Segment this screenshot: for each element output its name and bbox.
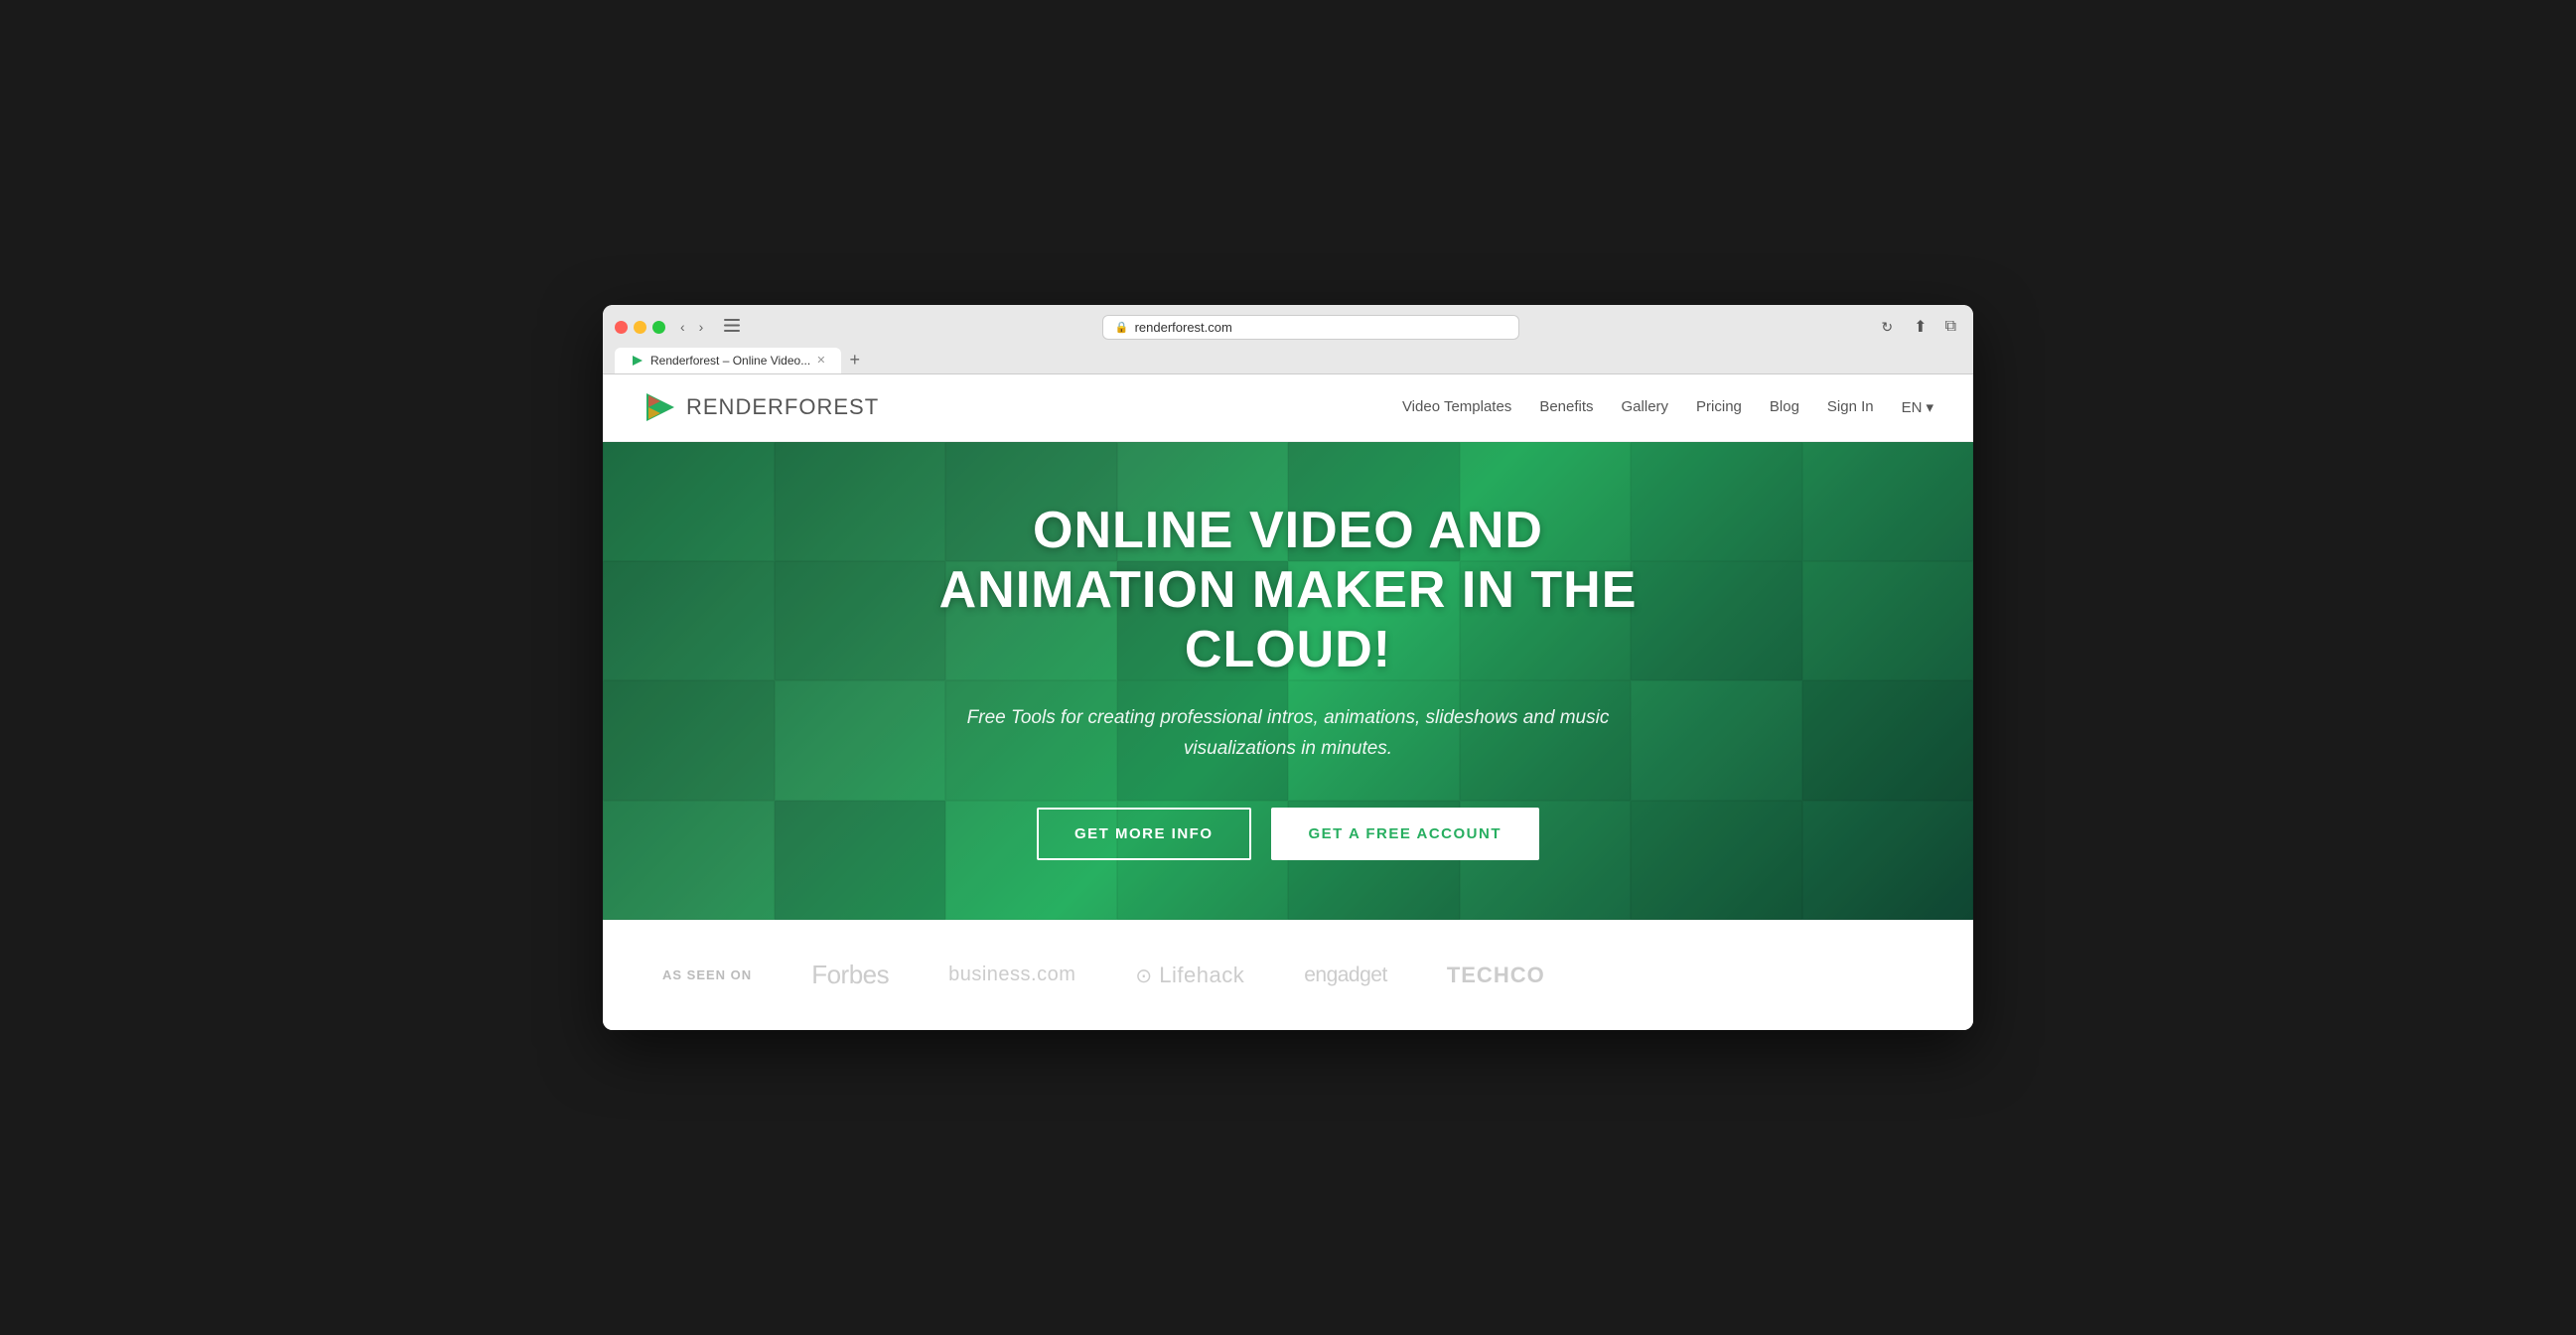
nav-blog[interactable]: Blog xyxy=(1770,398,1799,415)
browser-window: ‹ › 🔒 renderforest.com ↻ ⬆ xyxy=(603,305,1973,1030)
new-tab-button[interactable]: + xyxy=(841,348,868,372)
hero-title: ONLINE VIDEO AND ANIMATION MAKER IN THE … xyxy=(881,502,1695,679)
nav-gallery[interactable]: Gallery xyxy=(1622,398,1669,415)
website-content: RENDERFOREST Video Templates Benefits Ga… xyxy=(603,374,1973,1030)
browser-nav-buttons: ‹ › xyxy=(675,317,708,337)
back-button[interactable]: ‹ xyxy=(675,317,690,337)
lock-icon: 🔒 xyxy=(1115,321,1129,334)
hero-subtitle: Free Tools for creating professional int… xyxy=(916,703,1660,764)
get-more-info-button[interactable]: GET MORE INFO xyxy=(1037,808,1251,860)
techco-logo: TECHCO xyxy=(1447,963,1545,988)
browser-actions: ⬆ ⧉ xyxy=(1909,315,1961,339)
new-window-button[interactable]: ⧉ xyxy=(1940,316,1961,338)
tab-close-button[interactable]: ✕ xyxy=(816,354,825,367)
engadget-logo: engadget xyxy=(1304,964,1387,987)
hero-buttons: GET MORE INFO GET A FREE ACCOUNT xyxy=(881,808,1695,860)
as-seen-on-label: AS SEEN ON xyxy=(662,967,752,982)
business-logo: business.com xyxy=(948,964,1075,986)
forbes-logo: Forbes xyxy=(811,960,889,990)
tab-favicon xyxy=(631,354,644,368)
nav-pricing[interactable]: Pricing xyxy=(1696,398,1742,415)
nav-signin[interactable]: Sign In xyxy=(1827,398,1874,415)
forward-button[interactable]: › xyxy=(694,317,709,337)
site-navigation: RENDERFOREST Video Templates Benefits Ga… xyxy=(603,374,1973,442)
logo-text: RENDERFOREST xyxy=(686,394,879,420)
get-free-account-button[interactable]: GET A FREE ACCOUNT xyxy=(1271,808,1540,860)
lifehack-icon: ⊙ xyxy=(1135,965,1152,987)
nav-benefits[interactable]: Benefits xyxy=(1539,398,1593,415)
url-text: renderforest.com xyxy=(1135,320,1232,335)
nav-video-templates[interactable]: Video Templates xyxy=(1402,398,1511,415)
traffic-lights xyxy=(615,321,665,334)
press-logos: Forbes business.com ⊙ Lifehack engadget … xyxy=(811,960,1914,990)
sidebar-button[interactable] xyxy=(718,317,746,337)
language-selector[interactable]: EN ▾ xyxy=(1902,398,1933,416)
hero-section: ONLINE VIDEO AND ANIMATION MAKER IN THE … xyxy=(603,442,1973,920)
lifehack-logo: ⊙ Lifehack xyxy=(1135,963,1244,988)
chevron-down-icon: ▾ xyxy=(1926,398,1933,416)
share-button[interactable]: ⬆ xyxy=(1909,315,1932,339)
address-bar[interactable]: 🔒 renderforest.com xyxy=(1102,315,1519,340)
maximize-button[interactable] xyxy=(652,321,665,334)
close-button[interactable] xyxy=(615,321,628,334)
browser-chrome: ‹ › 🔒 renderforest.com ↻ ⬆ xyxy=(603,305,1973,374)
active-tab[interactable]: Renderforest – Online Video... ✕ xyxy=(615,348,841,373)
tab-label: Renderforest – Online Video... xyxy=(650,354,810,368)
logo-icon xyxy=(643,389,678,425)
refresh-button[interactable]: ↻ xyxy=(1875,317,1899,338)
logo-link[interactable]: RENDERFOREST xyxy=(643,389,879,425)
nav-links: Video Templates Benefits Gallery Pricing… xyxy=(1402,398,1933,416)
minimize-button[interactable] xyxy=(634,321,646,334)
tab-bar: Renderforest – Online Video... ✕ + xyxy=(615,348,1961,373)
hero-content: ONLINE VIDEO AND ANIMATION MAKER IN THE … xyxy=(841,442,1735,920)
as-seen-on-section: AS SEEN ON Forbes business.com ⊙ Lifehac… xyxy=(603,920,1973,1030)
